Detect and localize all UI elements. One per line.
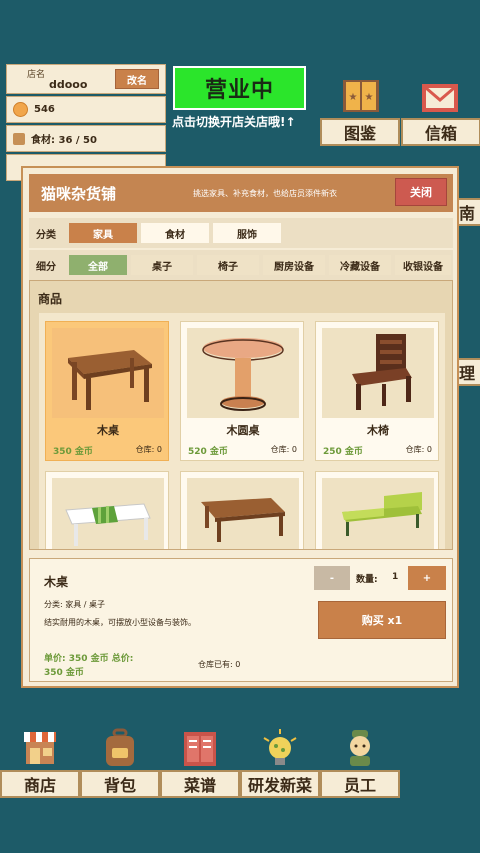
quantity-label: 数量:	[356, 575, 378, 585]
ingredients-value: 食材: 36 / 50	[31, 135, 97, 146]
product-card-round-table[interactable]: 木圆桌 520 金币 仓库: 0	[180, 321, 304, 461]
nav-staff-label: 员工	[320, 770, 400, 798]
subcategory-tab-kitchen[interactable]: 厨房设备	[263, 255, 325, 275]
green-sofa-image	[322, 478, 434, 549]
nav-shop[interactable]: 商店	[0, 724, 80, 800]
product-name: 木椅	[367, 424, 389, 437]
product-grid[interactable]: 木桌 350 金币 仓库: 0 木圆桌 520 金币 仓库: 0 木椅 250 …	[39, 313, 445, 549]
mail-icon[interactable]	[420, 80, 460, 116]
striped-table-image	[52, 478, 164, 549]
subcategory-filter-row: 细分 全部 桌子 椅子 厨房设备 冷藏设备 收银设备	[29, 250, 453, 280]
product-name: 木圆桌	[226, 424, 260, 437]
products-panel: 商品 木桌 350 金币 仓库: 0 木圆桌 520 金币 仓库: 0 木椅 2…	[29, 280, 453, 550]
lightbulb-icon	[263, 729, 297, 765]
quantity-increase-button[interactable]: +	[408, 566, 446, 590]
recipe-book-icon	[184, 732, 216, 766]
subcategory-tab-fridge[interactable]: 冷藏设备	[329, 255, 391, 275]
shop-icon	[24, 732, 56, 764]
detail-category: 分类: 家具 / 桌子	[44, 600, 106, 609]
shop-modal: 猫咪杂货铺 挑选家具、补充食材，也给店员添件新衣 关闭 分类 家具 食材 服饰 …	[21, 166, 459, 688]
category-tab-ingredients[interactable]: 食材	[141, 223, 209, 243]
product-price: 520 金币	[188, 447, 228, 457]
subcategory-tab-all[interactable]: 全部	[69, 255, 127, 275]
nav-recipes-label: 菜谱	[160, 770, 240, 798]
product-stock: 仓库: 0	[135, 445, 162, 454]
shop-subtitle: 挑选家具、补充食材，也给店员添件新衣	[193, 189, 337, 198]
nav-staff[interactable]: 员工	[320, 724, 400, 800]
store-name-label: 店名	[27, 70, 46, 80]
detail-description: 结实耐用的木桌，可摆放小型设备与装饰。	[44, 618, 196, 627]
nav-develop-dish[interactable]: 研发新菜	[240, 724, 320, 800]
collection-button[interactable]: 图鉴	[320, 118, 400, 146]
product-detail-panel: 木桌 分类: 家具 / 桌子 结实耐用的木桌，可摆放小型设备与装饰。 单价: 3…	[29, 558, 453, 682]
staff-chef-icon	[350, 730, 370, 766]
store-name-row: 店名 ddooo 改名	[6, 64, 166, 94]
detail-product-name: 木桌	[44, 575, 69, 589]
svg-text:★: ★	[365, 92, 374, 103]
mailbox-button[interactable]: 信箱	[401, 118, 480, 146]
category-tab-furniture[interactable]: 家具	[69, 223, 137, 243]
nav-backpack[interactable]: 背包	[80, 724, 160, 800]
nav-backpack-label: 背包	[80, 770, 160, 798]
wooden-table-image	[52, 328, 164, 418]
products-heading: 商品	[38, 292, 63, 306]
nav-shop-label: 商店	[0, 770, 80, 798]
long-table-image	[187, 478, 299, 549]
quantity-value: 1	[392, 572, 399, 582]
status-hint: 点击切换开店关店哦!↑	[172, 115, 296, 129]
subcategory-tab-tables[interactable]: 桌子	[131, 255, 193, 275]
collection-book-icon[interactable]: ★ ★	[341, 78, 381, 114]
store-name-value: ddooo	[49, 78, 88, 91]
ingredients-row: 食材: 36 / 50	[6, 125, 166, 152]
shop-title: 猫咪杂货铺	[41, 184, 117, 203]
quantity-decrease-button[interactable]: -	[314, 566, 350, 590]
round-table-image	[187, 328, 299, 418]
wooden-chair-image	[322, 328, 434, 418]
product-price: 350 金币	[53, 447, 93, 457]
close-button[interactable]: 关闭	[395, 178, 447, 206]
detail-owned-count: 仓库已有: 0	[198, 660, 241, 669]
coins-row: 546	[6, 96, 166, 123]
coins-value: 546	[34, 104, 55, 115]
product-card-wooden-chair[interactable]: 木椅 250 金币 仓库: 0	[315, 321, 439, 461]
product-stock: 仓库: 0	[405, 445, 432, 454]
svg-text:★: ★	[349, 92, 358, 103]
ingredients-icon	[13, 132, 25, 145]
category-label: 分类	[36, 229, 56, 241]
shop-header: 猫咪杂货铺 挑选家具、补充食材，也给店员添件新衣 关闭	[29, 174, 453, 212]
open-status-toggle[interactable]: 营业中	[173, 66, 306, 110]
product-card-wooden-table[interactable]: 木桌 350 金币 仓库: 0	[45, 321, 169, 461]
buy-button[interactable]: 购买 x1	[318, 601, 446, 639]
nav-develop-label: 研发新菜	[240, 770, 320, 798]
subcategory-tab-cashier[interactable]: 收银设备	[395, 255, 451, 275]
detail-total-value: 350 金币	[44, 668, 84, 678]
product-stock: 仓库: 0	[270, 445, 297, 454]
coin-icon	[13, 102, 28, 117]
product-name: 木桌	[97, 424, 119, 437]
nav-recipes[interactable]: 菜谱	[160, 724, 240, 800]
product-card-5[interactable]	[180, 471, 304, 549]
category-filter-row: 分类 家具 食材 服饰	[29, 218, 453, 248]
product-card-6[interactable]	[315, 471, 439, 549]
product-price: 250 金币	[323, 447, 363, 457]
backpack-icon	[106, 728, 134, 766]
rename-button[interactable]: 改名	[115, 69, 159, 89]
product-card-4[interactable]	[45, 471, 169, 549]
subcategory-tab-chairs[interactable]: 椅子	[197, 255, 259, 275]
detail-price-line: 单价: 350 金币 总价:	[44, 654, 134, 664]
category-tab-clothing[interactable]: 服饰	[213, 223, 281, 243]
subcategory-label: 细分	[36, 261, 56, 273]
